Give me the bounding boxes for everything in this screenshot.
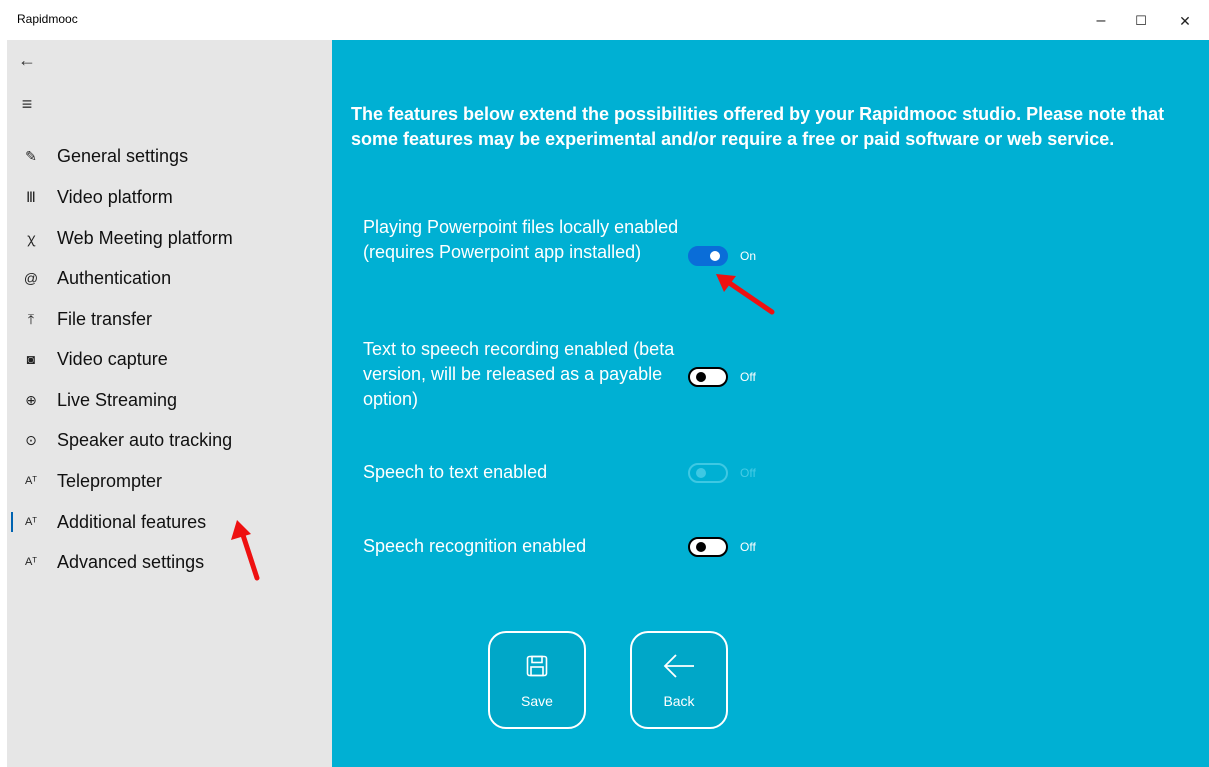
sidebar-item-label: Live Streaming <box>57 389 178 410</box>
text-icon: Aᵀ <box>24 475 38 487</box>
sidebar-item-speaker-auto-tracking[interactable]: ⊙ Speaker auto tracking <box>7 420 332 460</box>
setting-label-speech-recognition: Speech recognition enabled <box>363 536 587 556</box>
sidebar-item-label: General settings <box>57 145 189 166</box>
toggle-text-to-speech[interactable] <box>688 367 728 387</box>
sidebar-item-label: File transfer <box>57 308 153 329</box>
sidebar-item-live-streaming[interactable]: ⊕ Live Streaming <box>7 380 332 420</box>
sidebar-item-label: Video platform <box>57 186 173 207</box>
window-title: Rapidmooc <box>17 12 78 26</box>
sidebar-item-label: Speaker auto tracking <box>57 429 233 450</box>
wrench-icon: ✎ <box>25 147 37 164</box>
upload-icon: ⤒ <box>27 310 35 327</box>
main-panel: The features below extend the possibilit… <box>332 40 1209 767</box>
hamburger-menu-icon[interactable]: ≡ <box>13 90 41 118</box>
sidebar-item-label: Additional features <box>57 511 207 532</box>
sidebar-item-label: Advanced settings <box>57 551 205 572</box>
camera-icon: ◙ <box>26 351 36 367</box>
globe-icon: ⊕ <box>25 391 37 408</box>
title-bar: Rapidmooc – ☐ ✕ <box>7 0 1209 40</box>
target-icon: ⊙ <box>25 431 37 448</box>
sidebar-item-general-settings[interactable]: ✎ General settings <box>7 136 332 176</box>
toggle-knob <box>696 372 706 382</box>
maximize-button[interactable]: ☐ <box>1121 8 1161 34</box>
annotation-arrow-icon <box>231 520 260 581</box>
sidebar-item-label: Web Meeting platform <box>57 227 233 248</box>
text-icon: Aᵀ <box>24 516 38 528</box>
close-button[interactable]: ✕ <box>1165 8 1205 34</box>
sidebar-item-teleprompter[interactable]: Aᵀ Teleprompter <box>7 461 332 501</box>
app-window: Rapidmooc – ☐ ✕ ← ≡ ✎ General settings Ⅲ… <box>7 0 1209 767</box>
intro-text: The features below extend the possibilit… <box>351 104 1165 149</box>
toggle-state-speech-to-text: Off <box>740 466 756 480</box>
at-icon: @ <box>23 270 39 286</box>
toggle-speech-to-text <box>688 463 728 483</box>
sidebar-item-authentication[interactable]: @ Authentication <box>7 258 332 298</box>
back-label: Back <box>663 693 695 709</box>
toggle-knob <box>696 542 706 552</box>
toggle-state-text-to-speech: Off <box>740 370 756 384</box>
people-icon: ꭓ <box>27 229 35 246</box>
save-icon <box>526 651 548 681</box>
minimize-button[interactable]: – <box>1081 8 1121 34</box>
toggle-speech-recognition[interactable] <box>688 537 728 557</box>
sidebar-item-additional-features[interactable]: Aᵀ Additional features <box>7 502 332 542</box>
toggle-state-speech-recognition: Off <box>740 540 756 554</box>
library-icon: Ⅲ <box>26 188 36 205</box>
back-arrow-icon[interactable]: ← <box>13 46 41 74</box>
setting-label-powerpoint: Playing Powerpoint files locally enabled… <box>363 217 679 262</box>
sidebar-item-video-capture[interactable]: ◙ Video capture <box>7 339 332 379</box>
sidebar-item-video-platform[interactable]: Ⅲ Video platform <box>7 177 332 217</box>
setting-label-text-to-speech: Text to speech recording enabled (beta v… <box>363 339 675 409</box>
save-button[interactable]: Save <box>488 631 586 729</box>
text-icon: Aᵀ <box>24 556 38 568</box>
annotation-arrow-icon <box>716 274 775 315</box>
save-label: Save <box>521 693 553 709</box>
back-arrow-icon <box>662 651 696 681</box>
setting-label-speech-to-text: Speech to text enabled <box>363 462 548 482</box>
sidebar-item-web-meeting-platform[interactable]: ꭓ Web Meeting platform <box>7 218 332 258</box>
toggle-knob <box>710 251 720 261</box>
toggle-state-powerpoint: On <box>740 249 757 263</box>
sidebar-item-advanced-settings[interactable]: Aᵀ Advanced settings <box>7 542 332 582</box>
sidebar: ← ≡ ✎ General settings Ⅲ Video platform … <box>7 40 332 767</box>
sidebar-item-label: Teleprompter <box>57 470 163 491</box>
sidebar-item-file-transfer[interactable]: ⤒ File transfer <box>7 299 332 339</box>
toggle-knob <box>696 468 706 478</box>
back-button[interactable]: Back <box>630 631 728 729</box>
sidebar-item-label: Video capture <box>57 348 168 369</box>
toggle-powerpoint[interactable] <box>688 246 728 266</box>
sidebar-item-label: Authentication <box>57 267 172 288</box>
